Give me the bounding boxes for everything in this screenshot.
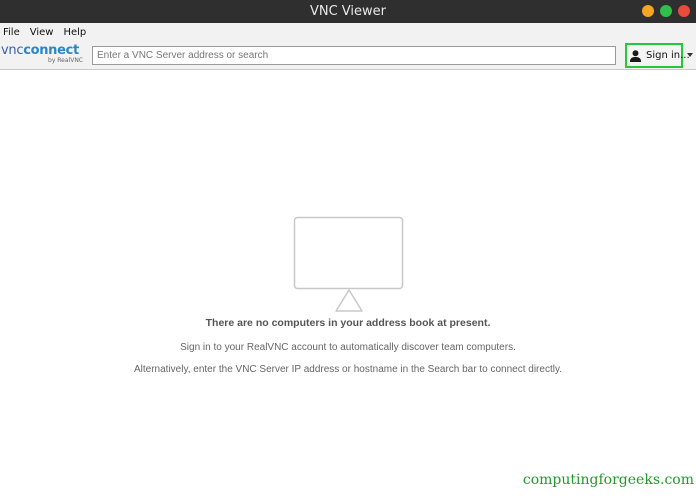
logo-by-text: by RealVNC [48, 57, 83, 64]
toolbar: vncconnect by RealVNC Sign in... [0, 41, 696, 70]
monitor-icon [293, 216, 404, 312]
user-icon [629, 50, 642, 62]
vnc-connect-logo: vncconnect by RealVNC [1, 43, 87, 67]
sign-in-label: Sign in... [646, 50, 690, 61]
window-title: VNC Viewer [309, 4, 387, 19]
menu-view[interactable]: View [26, 27, 60, 38]
maximize-icon[interactable] [660, 5, 672, 17]
watermark-text: computingforgeeks.com [522, 472, 694, 488]
logo-connect-text: connect [23, 43, 79, 58]
title-bar: VNC Viewer [0, 0, 696, 23]
menu-bar: File View Help [0, 23, 696, 41]
menu-file[interactable]: File [0, 27, 26, 38]
minimize-icon[interactable] [642, 5, 654, 17]
window-controls [642, 5, 690, 17]
logo-vnc-text: vnc [1, 43, 24, 58]
empty-state-search-hint: Alternatively, enter the VNC Server IP a… [134, 364, 562, 375]
search-input[interactable] [92, 46, 616, 65]
empty-state-title: There are no computers in your address b… [205, 317, 491, 329]
menu-help[interactable]: Help [59, 27, 92, 38]
address-book-area: There are no computers in your address b… [0, 71, 696, 503]
empty-state-signin-hint: Sign in to your RealVNC account to autom… [180, 342, 516, 353]
close-icon[interactable] [678, 5, 690, 17]
sign-in-button[interactable]: Sign in... [625, 43, 690, 68]
dropdown-arrow-icon[interactable] [687, 53, 693, 57]
